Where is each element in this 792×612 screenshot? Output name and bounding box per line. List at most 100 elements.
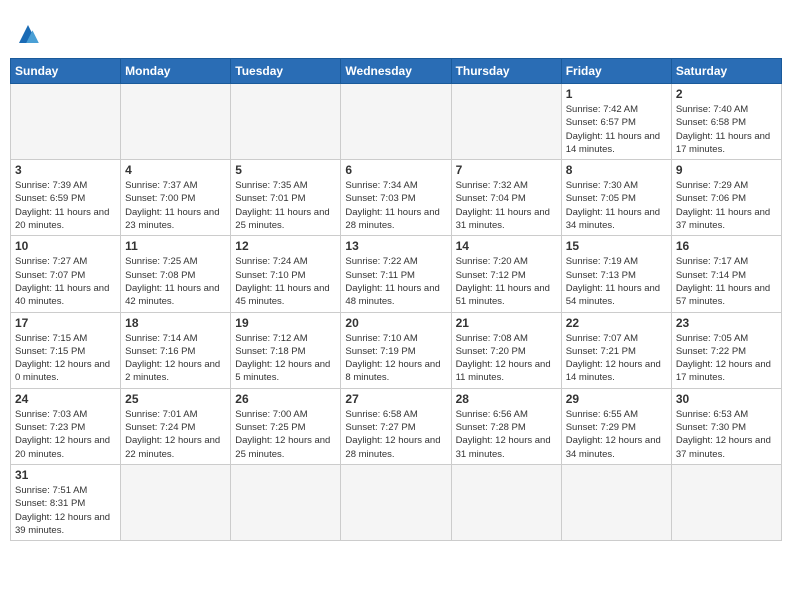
week-row-2: 3Sunrise: 7:39 AM Sunset: 6:59 PM Daylig… xyxy=(11,160,782,236)
day-info: Sunrise: 7:27 AM Sunset: 7:07 PM Dayligh… xyxy=(15,255,116,308)
day-number: 5 xyxy=(235,163,336,177)
calendar-cell xyxy=(341,464,451,540)
calendar-cell: 17 Sunrise: 7:15 AM Sunset: 7:15 PM Dayli… xyxy=(11,312,121,388)
calendar-cell: 26 Sunrise: 7:00 AM Sunset: 7:25 PM Dayli… xyxy=(231,388,341,464)
day-info: Sunrise: 7:42 AM Sunset: 6:57 PM Dayligh… xyxy=(566,103,667,156)
day-info: Sunrise: 7:17 AM Sunset: 7:14 PM Dayligh… xyxy=(676,255,777,308)
day-info: Sunrise: 7:15 AM Sunset: 7:15 PM Dayligh… xyxy=(15,332,116,385)
day-number: 12 xyxy=(235,239,336,253)
day-info: Sunrise: 7:19 AM Sunset: 7:13 PM Dayligh… xyxy=(566,255,667,308)
day-info: Sunrise: 7:37 AM Sunset: 7:00 PM Dayligh… xyxy=(125,179,226,232)
day-number: 10 xyxy=(15,239,116,253)
day-info: Sunrise: 7:05 AM Sunset: 7:22 PM Dayligh… xyxy=(676,332,777,385)
day-info: Sunrise: 7:32 AM Sunset: 7:04 PM Dayligh… xyxy=(456,179,557,232)
calendar-cell: 5 Sunrise: 7:35 AM Sunset: 7:01 PM Daylig… xyxy=(231,160,341,236)
calendar-cell: 7 Sunrise: 7:32 AM Sunset: 7:04 PM Daylig… xyxy=(451,160,561,236)
day-number: 6 xyxy=(345,163,446,177)
day-number: 30 xyxy=(676,392,777,406)
week-row-5: 24Sunrise: 7:03 AM Sunset: 7:23 PM Dayli… xyxy=(11,388,782,464)
day-info: Sunrise: 7:08 AM Sunset: 7:20 PM Dayligh… xyxy=(456,332,557,385)
calendar: SundayMondayTuesdayWednesdayThursdayFrid… xyxy=(10,58,782,541)
day-number: 21 xyxy=(456,316,557,330)
calendar-cell: 14 Sunrise: 7:20 AM Sunset: 7:12 PM Dayli… xyxy=(451,236,561,312)
page: SundayMondayTuesdayWednesdayThursdayFrid… xyxy=(0,0,792,551)
day-info: Sunrise: 7:12 AM Sunset: 7:18 PM Dayligh… xyxy=(235,332,336,385)
calendar-cell xyxy=(11,84,121,160)
day-info: Sunrise: 7:00 AM Sunset: 7:25 PM Dayligh… xyxy=(235,408,336,461)
day-info: Sunrise: 7:51 AM Sunset: 8:31 PM Dayligh… xyxy=(15,484,116,537)
day-number: 14 xyxy=(456,239,557,253)
week-row-1: 1 Sunrise: 7:42 AM Sunset: 6:57 PM Daylig… xyxy=(11,84,782,160)
day-number: 16 xyxy=(676,239,777,253)
day-info: Sunrise: 6:56 AM Sunset: 7:28 PM Dayligh… xyxy=(456,408,557,461)
calendar-cell: 12 Sunrise: 7:24 AM Sunset: 7:10 PM Dayli… xyxy=(231,236,341,312)
calendar-cell: 24Sunrise: 7:03 AM Sunset: 7:23 PM Dayli… xyxy=(11,388,121,464)
calendar-cell: 18Sunrise: 7:14 AM Sunset: 7:16 PM Dayli… xyxy=(121,312,231,388)
day-info: Sunrise: 7:29 AM Sunset: 7:06 PM Dayligh… xyxy=(676,179,777,232)
day-number: 28 xyxy=(456,392,557,406)
day-info: Sunrise: 7:22 AM Sunset: 7:11 PM Dayligh… xyxy=(345,255,446,308)
day-info: Sunrise: 7:24 AM Sunset: 7:10 PM Dayligh… xyxy=(235,255,336,308)
weekday-header-sunday: Sunday xyxy=(11,59,121,84)
day-number: 1 xyxy=(566,87,667,101)
day-number: 26 xyxy=(235,392,336,406)
calendar-cell: 27 Sunrise: 6:58 AM Sunset: 7:27 PM Dayli… xyxy=(341,388,451,464)
day-info: Sunrise: 6:55 AM Sunset: 7:29 PM Dayligh… xyxy=(566,408,667,461)
day-number: 27 xyxy=(345,392,446,406)
calendar-cell: 1 Sunrise: 7:42 AM Sunset: 6:57 PM Daylig… xyxy=(561,84,671,160)
day-number: 31 xyxy=(15,468,116,482)
day-number: 9 xyxy=(676,163,777,177)
day-info: Sunrise: 7:30 AM Sunset: 7:05 PM Dayligh… xyxy=(566,179,667,232)
calendar-cell xyxy=(561,464,671,540)
calendar-cell: 8Sunrise: 7:30 AM Sunset: 7:05 PM Daylig… xyxy=(561,160,671,236)
calendar-cell: 19Sunrise: 7:12 AM Sunset: 7:18 PM Dayli… xyxy=(231,312,341,388)
weekday-header-tuesday: Tuesday xyxy=(231,59,341,84)
day-number: 13 xyxy=(345,239,446,253)
calendar-cell: 30 Sunrise: 6:53 AM Sunset: 7:30 PM Dayli… xyxy=(671,388,781,464)
day-number: 7 xyxy=(456,163,557,177)
calendar-cell: 9 Sunrise: 7:29 AM Sunset: 7:06 PM Daylig… xyxy=(671,160,781,236)
calendar-cell xyxy=(121,84,231,160)
calendar-cell xyxy=(231,464,341,540)
day-number: 18 xyxy=(125,316,226,330)
week-row-3: 10 Sunrise: 7:27 AM Sunset: 7:07 PM Dayli… xyxy=(11,236,782,312)
day-info: Sunrise: 7:34 AM Sunset: 7:03 PM Dayligh… xyxy=(345,179,446,232)
calendar-cell xyxy=(671,464,781,540)
day-info: Sunrise: 7:39 AM Sunset: 6:59 PM Dayligh… xyxy=(15,179,116,232)
day-info: Sunrise: 7:10 AM Sunset: 7:19 PM Dayligh… xyxy=(345,332,446,385)
calendar-cell xyxy=(451,464,561,540)
day-info: Sunrise: 7:20 AM Sunset: 7:12 PM Dayligh… xyxy=(456,255,557,308)
day-number: 22 xyxy=(566,316,667,330)
day-info: Sunrise: 7:40 AM Sunset: 6:58 PM Dayligh… xyxy=(676,103,777,156)
calendar-cell: 31 Sunrise: 7:51 AM Sunset: 8:31 PM Dayli… xyxy=(11,464,121,540)
day-number: 11 xyxy=(125,239,226,253)
day-info: Sunrise: 7:25 AM Sunset: 7:08 PM Dayligh… xyxy=(125,255,226,308)
weekday-header-row: SundayMondayTuesdayWednesdayThursdayFrid… xyxy=(11,59,782,84)
calendar-cell: 29 Sunrise: 6:55 AM Sunset: 7:29 PM Dayli… xyxy=(561,388,671,464)
day-number: 15 xyxy=(566,239,667,253)
calendar-cell: 10 Sunrise: 7:27 AM Sunset: 7:07 PM Dayli… xyxy=(11,236,121,312)
day-number: 20 xyxy=(345,316,446,330)
weekday-header-monday: Monday xyxy=(121,59,231,84)
weekday-header-friday: Friday xyxy=(561,59,671,84)
day-info: Sunrise: 7:07 AM Sunset: 7:21 PM Dayligh… xyxy=(566,332,667,385)
day-info: Sunrise: 7:03 AM Sunset: 7:23 PM Dayligh… xyxy=(15,408,116,461)
calendar-cell xyxy=(121,464,231,540)
day-info: Sunrise: 7:35 AM Sunset: 7:01 PM Dayligh… xyxy=(235,179,336,232)
calendar-cell: 16 Sunrise: 7:17 AM Sunset: 7:14 PM Dayli… xyxy=(671,236,781,312)
day-number: 17 xyxy=(15,316,116,330)
calendar-cell: 13 Sunrise: 7:22 AM Sunset: 7:11 PM Dayli… xyxy=(341,236,451,312)
day-info: Sunrise: 7:01 AM Sunset: 7:24 PM Dayligh… xyxy=(125,408,226,461)
header xyxy=(10,10,782,52)
weekday-header-saturday: Saturday xyxy=(671,59,781,84)
calendar-cell xyxy=(231,84,341,160)
week-row-4: 17 Sunrise: 7:15 AM Sunset: 7:15 PM Dayli… xyxy=(11,312,782,388)
calendar-cell xyxy=(451,84,561,160)
day-number: 29 xyxy=(566,392,667,406)
calendar-cell: 2 Sunrise: 7:40 AM Sunset: 6:58 PM Daylig… xyxy=(671,84,781,160)
calendar-cell: 22 Sunrise: 7:07 AM Sunset: 7:21 PM Dayli… xyxy=(561,312,671,388)
day-info: Sunrise: 6:58 AM Sunset: 7:27 PM Dayligh… xyxy=(345,408,446,461)
day-info: Sunrise: 6:53 AM Sunset: 7:30 PM Dayligh… xyxy=(676,408,777,461)
day-number: 2 xyxy=(676,87,777,101)
weekday-header-thursday: Thursday xyxy=(451,59,561,84)
